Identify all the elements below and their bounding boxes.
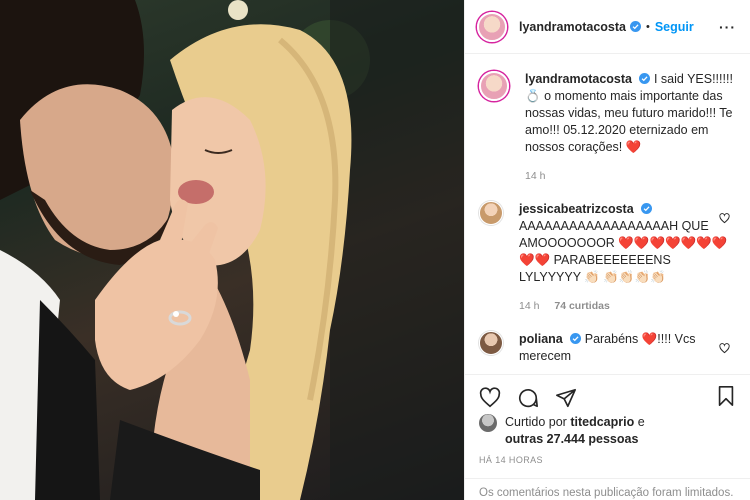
- commenter-avatar[interactable]: [479, 201, 503, 225]
- likes-conj: e: [637, 415, 645, 429]
- comment-item: poliana Parabéns ❤️!!!! Vcs merecem: [479, 315, 736, 365]
- verified-icon: [639, 73, 651, 84]
- likes-summary: Curtido por titedcaprio e outras 27.444 …: [479, 414, 740, 448]
- commenter-avatar[interactable]: [479, 331, 503, 355]
- separator-dot: •: [645, 20, 650, 33]
- comment-icon[interactable]: [517, 387, 539, 409]
- commenter-username[interactable]: poliana: [519, 332, 563, 346]
- liker-avatar[interactable]: [479, 414, 497, 432]
- likes-others[interactable]: outras 27.444 pessoas: [505, 432, 638, 446]
- comment-like-heart-icon[interactable]: [719, 213, 730, 224]
- likes-prefix: Curtido por: [505, 415, 567, 429]
- comments-limited-notice: Os comentários nesta publicação foram li…: [465, 478, 750, 500]
- post-header: lyandramotacosta • Seguir ···: [465, 0, 750, 54]
- instagram-post: lyandramotacosta • Seguir ··· lyandramot…: [0, 0, 750, 500]
- verified-icon: [570, 333, 582, 344]
- photo-illustration: [0, 0, 464, 500]
- comment-item: jessicabeatrizcosta AAAAAAAAAAAAAAAAAAH …: [479, 185, 736, 315]
- heart-icon[interactable]: [479, 386, 501, 409]
- post-timestamp[interactable]: HÁ 14 HORAS: [479, 455, 543, 465]
- post-side-panel: lyandramotacosta • Seguir ··· lyandramot…: [464, 0, 750, 500]
- verified-icon: [641, 203, 653, 214]
- share-icon[interactable]: [555, 387, 577, 409]
- comments-list[interactable]: lyandramotacosta I said YES!!!!!! 💍 o mo…: [465, 55, 750, 373]
- commenter-username[interactable]: jessicabeatrizcosta: [519, 202, 634, 216]
- bookmark-icon[interactable]: [716, 385, 736, 410]
- verified-icon: [629, 21, 641, 32]
- caption-text: o momento mais importante das nossas vid…: [525, 89, 733, 154]
- post-photo[interactable]: [0, 0, 464, 500]
- comment-text: AAAAAAAAAAAAAAAAAAH QUE AMOOOOOOOR ❤️❤️❤…: [519, 219, 728, 284]
- comment-time[interactable]: 14 h: [519, 300, 539, 312]
- more-options-icon[interactable]: ···: [719, 19, 736, 35]
- author-username[interactable]: lyandramotacosta: [519, 20, 626, 34]
- follow-button[interactable]: Seguir: [655, 20, 694, 34]
- comment-like-heart-icon[interactable]: [719, 343, 730, 354]
- liker-username[interactable]: titedcaprio: [570, 415, 634, 429]
- author-avatar[interactable]: [477, 11, 507, 42]
- caption-avatar[interactable]: [479, 71, 509, 101]
- comment-likes[interactable]: 74 curtidas: [554, 300, 609, 312]
- caption: lyandramotacosta I said YES!!!!!! 💍 o mo…: [479, 55, 736, 185]
- caption-time[interactable]: 14 h: [525, 170, 545, 182]
- caption-username[interactable]: lyandramotacosta: [525, 72, 632, 86]
